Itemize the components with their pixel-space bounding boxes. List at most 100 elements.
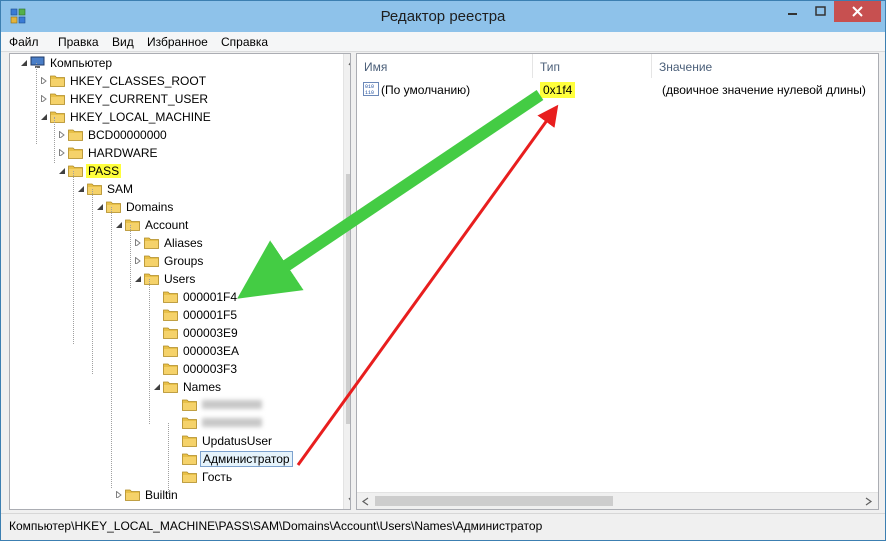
status-bar: Компьютер\HKEY_LOCAL_MACHINE\PASS\SAM\Do… [1, 513, 885, 540]
values-scroll-thumb[interactable] [375, 496, 613, 506]
tree-item[interactable]: HKEY_CURRENT_USER [10, 90, 340, 108]
expanded-arrow-icon[interactable] [77, 185, 84, 192]
value-type: 0x1f4 [540, 82, 576, 98]
menu-view[interactable]: Вид [112, 35, 134, 49]
tree-item[interactable]: HKEY_CLASSES_ROOT [10, 72, 340, 90]
expanded-arrow-icon[interactable] [20, 59, 27, 66]
minimize-icon [788, 13, 797, 15]
tree-connector-line [168, 423, 169, 494]
tree-item-label: Groups [164, 254, 204, 268]
tree-item[interactable] [10, 414, 340, 432]
binary-value-icon: 010 110 [363, 82, 379, 96]
svg-text:110: 110 [365, 90, 374, 96]
tree-item[interactable]: Builtin [10, 486, 340, 504]
scroll-up-icon[interactable] [344, 54, 351, 71]
collapsed-arrow-icon[interactable] [134, 257, 141, 264]
close-button[interactable] [834, 1, 881, 22]
column-header-value[interactable]: Значение [652, 54, 878, 78]
tree-item[interactable]: Компьютер [10, 54, 340, 72]
collapsed-arrow-icon[interactable] [58, 131, 65, 138]
tree-connector-line [130, 225, 131, 288]
collapsed-arrow-icon[interactable] [58, 149, 65, 156]
tree-item-label: Account [145, 218, 189, 232]
scroll-right-icon[interactable] [860, 493, 877, 510]
folder-icon [163, 363, 178, 375]
tree-item[interactable]: PASS [10, 162, 340, 180]
menu-bar: Файл Правка Вид Избранное Справка [1, 32, 885, 52]
tree-item-label: 000003F3 [183, 362, 238, 376]
menu-file[interactable]: Файл [9, 35, 39, 49]
minimize-button[interactable] [779, 1, 807, 22]
column-header-name[interactable]: Имя [357, 54, 533, 78]
tree-item[interactable]: Aliases [10, 234, 340, 252]
folder-icon [163, 345, 178, 357]
close-icon [852, 6, 863, 17]
tree-item[interactable]: 000001F4 [10, 288, 340, 306]
collapsed-arrow-icon[interactable] [40, 77, 47, 84]
tree-connector-line [73, 171, 74, 344]
folder-icon [68, 129, 83, 141]
tree-item[interactable] [10, 396, 340, 414]
tree-item-label: Гость [202, 470, 233, 484]
expanded-arrow-icon[interactable] [115, 221, 122, 228]
tree-item[interactable]: BCD00000000 [10, 126, 340, 144]
folder-icon [50, 111, 65, 123]
tree-item[interactable]: UpdatusUser [10, 432, 340, 450]
expanded-arrow-icon[interactable] [58, 167, 65, 174]
title-bar: Редактор реестра [1, 1, 885, 32]
window-title: Редактор реестра [380, 8, 506, 25]
tree-item[interactable]: HARDWARE [10, 144, 340, 162]
tree-item[interactable]: Администратор [10, 450, 340, 468]
tree-item[interactable]: Names [10, 378, 340, 396]
folder-icon [68, 147, 83, 159]
expanded-arrow-icon[interactable] [40, 113, 47, 120]
expanded-arrow-icon[interactable] [134, 275, 141, 282]
tree-item-label: 000001F5 [183, 308, 238, 322]
tree-connector-line [92, 189, 93, 374]
tree-item[interactable]: SAM [10, 180, 340, 198]
value-row[interactable]: 010 110 (По умолчанию) 0x1f4 (двоичное з… [357, 79, 878, 99]
tree-item[interactable]: Users [10, 270, 340, 288]
tree-item-label: HKEY_CLASSES_ROOT [70, 74, 207, 88]
tree-item[interactable]: 000003E9 [10, 324, 340, 342]
folder-icon [87, 183, 102, 195]
folder-icon [182, 435, 197, 447]
values-horizontal-scrollbar[interactable] [357, 492, 878, 509]
collapsed-arrow-icon[interactable] [134, 239, 141, 246]
folder-icon [144, 255, 159, 267]
tree-item-label: Domains [126, 200, 174, 214]
tree-item[interactable]: HKEY_LOCAL_MACHINE [10, 108, 340, 126]
tree-item[interactable]: Account [10, 216, 340, 234]
folder-icon [182, 417, 197, 429]
scroll-left-icon[interactable] [357, 493, 374, 510]
menu-favorites[interactable]: Избранное [147, 35, 208, 49]
tree-item[interactable]: 000003EA [10, 342, 340, 360]
column-header-type[interactable]: Тип [533, 54, 652, 78]
tree-connector-line [111, 207, 112, 488]
tree-item[interactable]: Гость [10, 468, 340, 486]
registry-editor-window: Редактор реестра Файл Правка Вид Избранн… [0, 0, 886, 541]
menu-edit[interactable]: Правка [58, 35, 99, 49]
tree-connector-line [36, 63, 37, 144]
tree-item-label: BCD00000000 [88, 128, 167, 142]
expanded-arrow-icon[interactable] [96, 203, 103, 210]
folder-icon [182, 399, 197, 411]
tree-item[interactable]: 000001F5 [10, 306, 340, 324]
tree-scroll-thumb[interactable] [346, 174, 350, 424]
maximize-button[interactable] [807, 1, 834, 22]
tree-item[interactable]: Domains [10, 198, 340, 216]
tree-item-label: Компьютер [50, 56, 113, 70]
menu-help[interactable]: Справка [221, 35, 268, 49]
scroll-down-icon[interactable] [344, 492, 351, 509]
tree-vertical-scrollbar[interactable] [343, 54, 351, 509]
collapsed-arrow-icon[interactable] [115, 491, 122, 498]
values-list[interactable]: Имя Тип Значение 010 110 (По умолчанию) … [356, 53, 879, 510]
collapsed-arrow-icon[interactable] [40, 95, 47, 102]
value-data: (двоичное значение нулевой длины) [662, 83, 866, 97]
tree-item[interactable]: 000003F3 [10, 360, 340, 378]
tree-item-label: Users [164, 272, 196, 286]
expanded-arrow-icon[interactable] [153, 383, 160, 390]
tree-item[interactable]: Groups [10, 252, 340, 270]
folder-icon [163, 291, 178, 303]
registry-tree[interactable]: Компьютер HKEY_CLASSES_ROOT HKEY_CURRENT_U… [9, 53, 351, 510]
